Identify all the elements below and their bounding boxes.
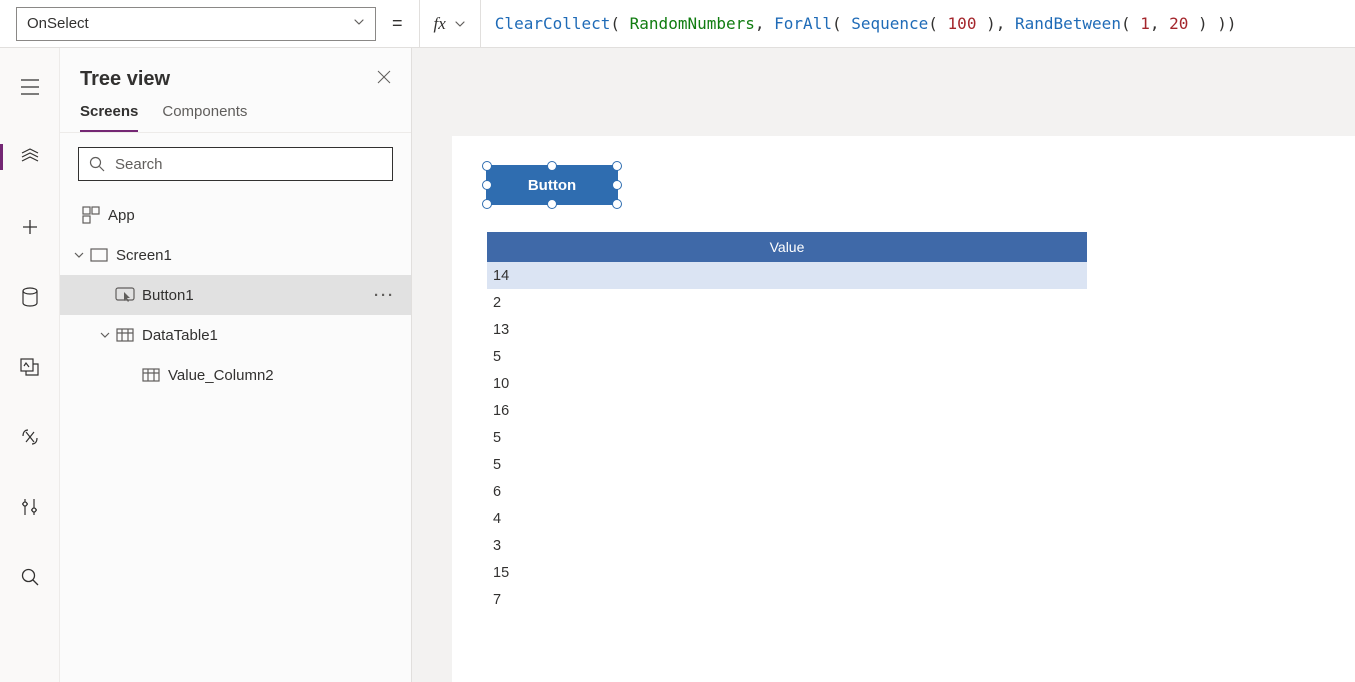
tree-title: Tree view [80, 68, 170, 91]
chevron-down-icon[interactable] [70, 247, 88, 264]
table-body: 142135101655643157 [487, 262, 1087, 613]
tree-node-button1[interactable]: Button1 ··· [60, 275, 411, 315]
chevron-down-icon[interactable] [96, 327, 114, 344]
search-input[interactable] [78, 147, 393, 181]
fx-dropdown[interactable]: fx [419, 0, 481, 47]
resize-handle-n[interactable] [547, 161, 557, 171]
app-icon [80, 206, 102, 224]
formula-token: ( [832, 14, 851, 33]
search-icon [89, 156, 105, 172]
formula-token: RandBetween [1015, 14, 1121, 33]
media-icon[interactable] [0, 346, 60, 388]
tree-node-label: Value_Column2 [168, 367, 395, 384]
fx-icon: fx [434, 14, 446, 34]
hamburger-icon[interactable] [0, 66, 60, 108]
tree-node-label: Button1 [142, 287, 374, 304]
table-row[interactable]: 4 [487, 505, 1087, 532]
tree-view-panel: Tree view Screens Components App [60, 48, 412, 682]
tree-node-app[interactable]: App [60, 195, 411, 235]
table-row[interactable]: 7 [487, 586, 1087, 613]
tree-node-datatable1[interactable]: DataTable1 [60, 315, 411, 355]
formula-token: ClearCollect [495, 14, 611, 33]
formula-token: ( [928, 14, 947, 33]
button-icon [114, 287, 136, 303]
data-icon[interactable] [0, 276, 60, 318]
table-row[interactable]: 2 [487, 289, 1087, 316]
chevron-down-icon [353, 15, 365, 32]
table-header[interactable]: Value [487, 232, 1087, 262]
formula-token: ( [610, 14, 629, 33]
tree-node-screen1[interactable]: Screen1 [60, 235, 411, 275]
selected-control[interactable]: Button [487, 166, 617, 204]
more-icon[interactable]: ··· [374, 287, 395, 304]
left-rail [0, 48, 60, 682]
tree-view-icon[interactable] [0, 136, 60, 178]
resize-handle-w[interactable] [482, 180, 492, 190]
resize-handle-e[interactable] [612, 180, 622, 190]
table-row[interactable]: 16 [487, 397, 1087, 424]
table-row[interactable]: 5 [487, 343, 1087, 370]
formula-token: 100 [948, 14, 977, 33]
equals-label: = [376, 13, 419, 34]
table-row[interactable]: 3 [487, 532, 1087, 559]
resize-handle-s[interactable] [547, 199, 557, 209]
table-row[interactable]: 13 [487, 316, 1087, 343]
tab-screens[interactable]: Screens [80, 103, 138, 132]
variables-icon[interactable] [0, 416, 60, 458]
formula-token: ), [976, 14, 1015, 33]
formula-token: ( [1121, 14, 1140, 33]
formula-token: , [1150, 14, 1169, 33]
tree-node-label: DataTable1 [142, 327, 395, 344]
column-icon [140, 368, 162, 382]
formula-token: ForAll [774, 14, 832, 33]
insert-icon[interactable] [0, 206, 60, 248]
table-row[interactable]: 10 [487, 370, 1087, 397]
formula-token: Sequence [851, 14, 928, 33]
resize-handle-sw[interactable] [482, 199, 492, 209]
search-icon[interactable] [0, 556, 60, 598]
resize-handle-ne[interactable] [612, 161, 622, 171]
settings-icon[interactable] [0, 486, 60, 528]
formula-token: RandomNumbers [630, 14, 755, 33]
screen-icon [88, 248, 110, 262]
data-table[interactable]: Value 142135101655643157 [487, 232, 1087, 613]
property-name: OnSelect [27, 15, 89, 32]
tree-node-label: Screen1 [116, 247, 395, 264]
chevron-down-icon [454, 18, 466, 30]
table-row[interactable]: 14 [487, 262, 1087, 289]
table-row[interactable]: 15 [487, 559, 1087, 586]
formula-token: 20 [1169, 14, 1188, 33]
formula-token: ) )) [1188, 14, 1236, 33]
property-dropdown[interactable]: OnSelect [16, 7, 376, 41]
formula-token: , [755, 14, 774, 33]
table-row[interactable]: 6 [487, 478, 1087, 505]
table-row[interactable]: 5 [487, 424, 1087, 451]
table-row[interactable]: 5 [487, 451, 1087, 478]
search-text[interactable] [115, 156, 382, 173]
formula-bar: OnSelect = fx ClearCollect( RandomNumber… [0, 0, 1355, 48]
canvas-area[interactable]: Button Value 142135101655643157 [412, 48, 1355, 682]
formula-token: 1 [1140, 14, 1150, 33]
canvas-screen[interactable]: Button Value 142135101655643157 [452, 136, 1355, 682]
close-icon[interactable] [377, 70, 391, 89]
tree-node-label: App [108, 207, 395, 224]
table-icon [114, 328, 136, 342]
resize-handle-se[interactable] [612, 199, 622, 209]
resize-handle-nw[interactable] [482, 161, 492, 171]
tree-node-value-column[interactable]: Value_Column2 [60, 355, 411, 395]
tab-components[interactable]: Components [162, 103, 247, 132]
formula-input[interactable]: ClearCollect( RandomNumbers, ForAll( Seq… [481, 0, 1355, 47]
